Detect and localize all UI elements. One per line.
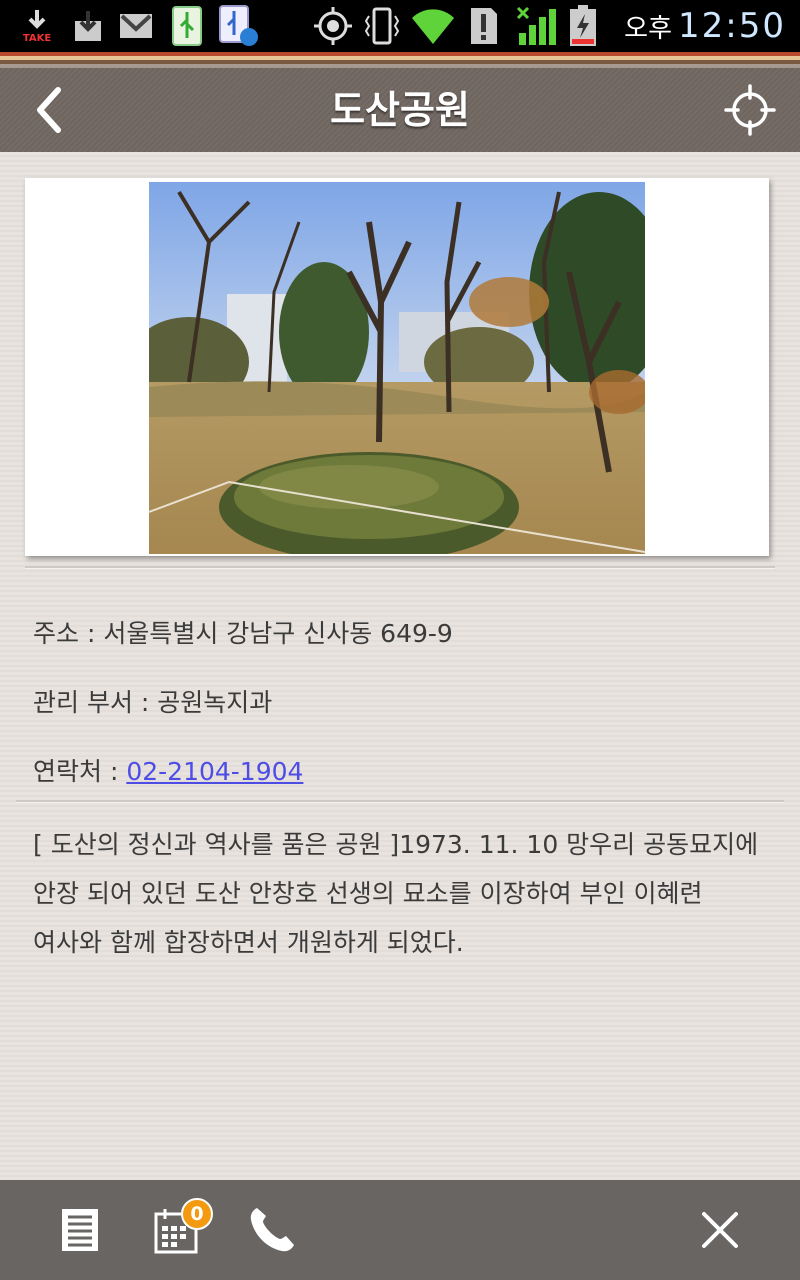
description-line: 안장 되어 있던 도산 안창호 선생의 묘소를 이장하여 부인 이혜련 xyxy=(33,879,703,908)
download-icon xyxy=(70,6,106,46)
clock: 오후 12:50 xyxy=(624,4,786,48)
park-description: [ 도산의 정신과 역사를 품은 공원 ]1973. 11. 10 망우리 공동… xyxy=(33,820,773,967)
gmail-icon xyxy=(118,6,154,46)
address-value: 서울특별시 강남구 신사동 649-9 xyxy=(103,619,453,648)
page-title: 도산공원 xyxy=(330,88,470,132)
address-line: 주소 : 서울특별시 강남구 신사동 649-9 xyxy=(33,614,453,650)
status-bar: TAKE 오후 12:50 xyxy=(0,0,800,52)
crosshair-icon xyxy=(724,84,776,136)
title-bar: 도산공원 xyxy=(0,68,800,152)
clock-ampm: 오후 xyxy=(624,13,673,44)
document-list-button[interactable] xyxy=(56,1202,104,1258)
vibrate-icon xyxy=(362,6,402,46)
park-photo xyxy=(149,182,645,554)
wifi-icon xyxy=(410,6,456,46)
gps-icon xyxy=(312,6,354,46)
department-line: 관리 부서 : 공원녹지과 xyxy=(33,683,272,719)
close-icon xyxy=(702,1212,738,1248)
bottom-bar xyxy=(0,1180,800,1280)
department-label: 관리 부서 : xyxy=(33,688,158,717)
contact-line: 연락처 : 02-2104-1904 xyxy=(33,752,303,788)
download-take-icon: TAKE xyxy=(12,6,62,46)
battery-charging-icon xyxy=(566,5,600,46)
photo-card xyxy=(25,178,769,556)
divider xyxy=(16,800,784,803)
contact-phone-link[interactable]: 02-2104-1904 xyxy=(126,757,303,786)
contact-label: 연락처 : xyxy=(33,757,127,786)
divider xyxy=(25,566,775,569)
address-label: 주소 : xyxy=(33,619,104,648)
description-line: [ 도산의 정신과 역사를 품은 공원 ]1973. 11. 10 망우리 공동… xyxy=(33,830,759,859)
usb-debug-icon xyxy=(218,5,260,46)
alert-icon xyxy=(466,6,500,46)
usb-icon xyxy=(170,6,204,46)
close-button[interactable] xyxy=(696,1202,744,1258)
calendar-badge: 0 xyxy=(181,1198,213,1230)
call-button[interactable] xyxy=(246,1202,298,1258)
phone-icon xyxy=(250,1208,294,1252)
signal-icon xyxy=(514,6,558,46)
description-line: 여사와 함께 합장하면서 개원하게 되었다. xyxy=(33,928,464,957)
clock-time: 12:50 xyxy=(678,6,786,46)
department-value: 공원녹지과 xyxy=(157,688,273,717)
document-list-icon xyxy=(62,1209,98,1251)
content-area: 주소 : 서울특별시 강남구 신사동 649-9 관리 부서 : 공원녹지과 연… xyxy=(0,152,800,1180)
locate-button[interactable] xyxy=(724,84,776,136)
